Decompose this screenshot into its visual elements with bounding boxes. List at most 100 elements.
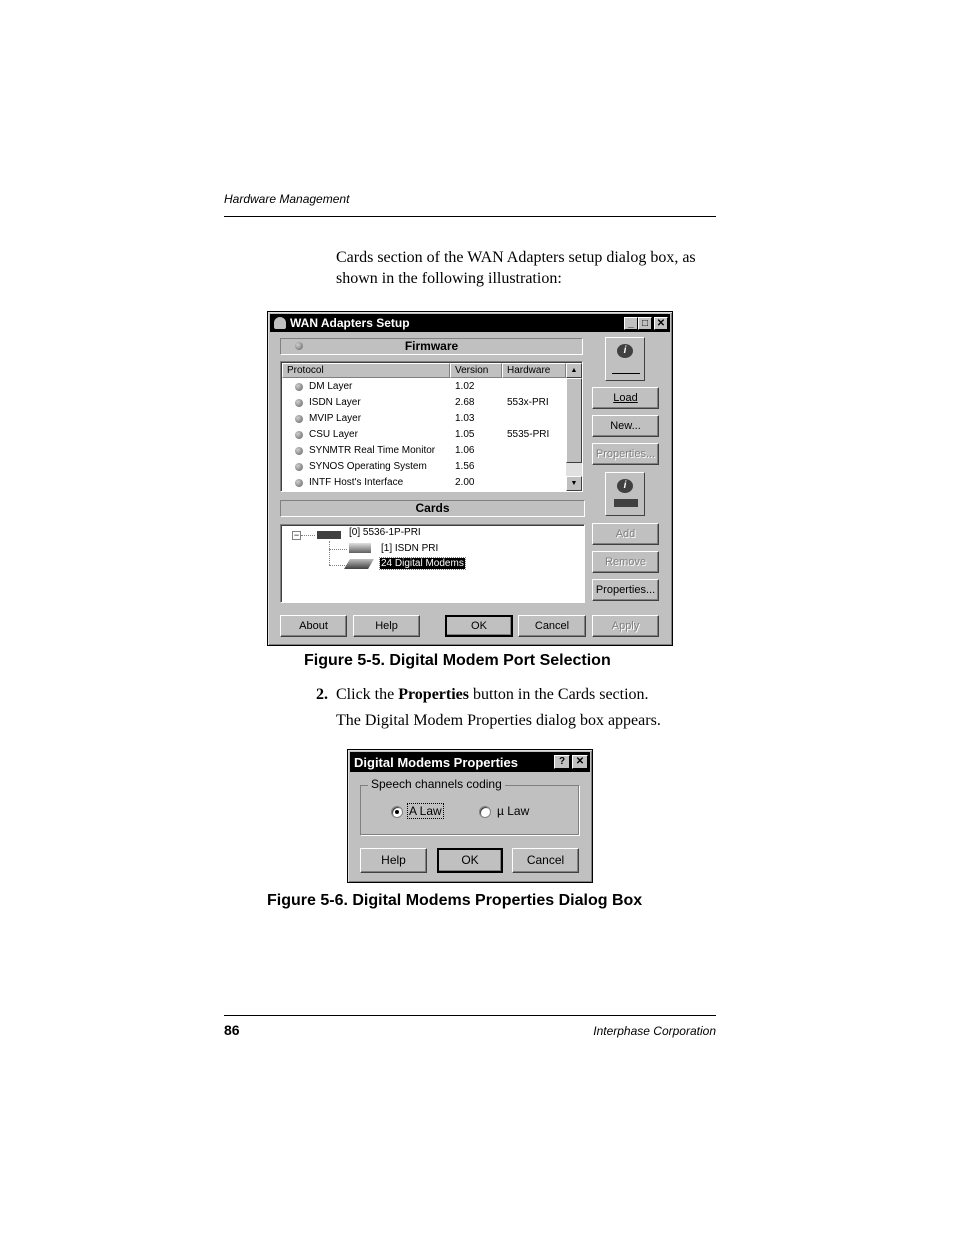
about-button[interactable]: About <box>280 615 347 637</box>
protocol-name: INTF Host's Interface <box>309 477 404 488</box>
running-head: Hardware Management <box>224 192 350 206</box>
tree-line <box>329 549 347 550</box>
network-icon <box>612 362 640 374</box>
figure-5-5-caption: Figure 5-5. Digital Modem Port Selection <box>304 652 611 669</box>
digital-modems-properties-dialog: Digital Modems Properties ? ✕ Speech cha… <box>347 749 593 883</box>
protocol-version: 1.05 <box>455 429 475 440</box>
column-protocol[interactable]: Protocol <box>282 363 450 378</box>
protocol-bullet-icon <box>295 415 303 423</box>
maximize-button[interactable]: □ <box>638 316 652 330</box>
scroll-thumb[interactable] <box>566 378 582 463</box>
step-number: 2. <box>316 686 328 703</box>
protocol-hardware: 5535-PRI <box>507 429 550 440</box>
cards-properties-button[interactable]: Properties... <box>592 579 659 601</box>
cards-tree[interactable]: − [0] 5536-1P-PRI [1] ISDN PRI 24 Digita… <box>280 524 585 603</box>
step-text-post: button in the Cards section. <box>469 686 649 703</box>
vertical-scrollbar[interactable]: ▲ ▼ <box>566 363 582 491</box>
footer-company: Interphase Corporation <box>593 1024 716 1038</box>
protocol-version: 2.68 <box>455 397 475 408</box>
step-text: Click the <box>336 686 399 703</box>
modem-icon <box>344 559 374 569</box>
protocol-bullet-icon <box>295 383 303 391</box>
wan-title-bar: WAN Adapters Setup _ □ ✕ <box>270 314 670 332</box>
group-label: Speech channels coding <box>368 777 505 791</box>
firmware-row[interactable]: INTF Host's Interface 2.00 <box>281 475 565 491</box>
firmware-list[interactable]: Protocol Version Hardware DM Layer 1.02 IS… <box>280 361 583 492</box>
tree-line <box>329 565 347 566</box>
firmware-bullet-icon <box>295 342 303 350</box>
card-icon <box>614 499 638 507</box>
firmware-row[interactable]: CSU Layer 1.05 5535-PRI <box>281 427 565 443</box>
dm-help-button[interactable]: Help <box>360 848 427 873</box>
firmware-row[interactable]: SYNOS Operating System 1.56 <box>281 459 565 475</box>
dm-ok-button[interactable]: OK <box>437 848 503 873</box>
footer-rule <box>224 1015 716 1016</box>
intro-paragraph: Cards section of the WAN Adapters setup … <box>336 249 696 287</box>
mu-law-radio[interactable] <box>479 806 491 818</box>
protocol-version: 1.03 <box>455 413 475 424</box>
add-button[interactable]: Add <box>592 523 659 545</box>
protocol-name: DM Layer <box>309 381 353 392</box>
protocol-name: SYNOS Operating System <box>309 461 427 472</box>
load-button[interactable]: Load <box>592 387 659 409</box>
apply-button[interactable]: Apply <box>592 615 659 637</box>
firmware-label: Firmware <box>404 339 459 353</box>
tree-line <box>301 535 315 536</box>
header-rule <box>224 216 716 217</box>
protocol-bullet-icon <box>295 431 303 439</box>
cancel-button[interactable]: Cancel <box>518 615 586 637</box>
mu-law-label[interactable]: µ Law <box>497 804 529 818</box>
cards-info-icon: i <box>605 472 645 516</box>
protocol-hardware: 553x-PRI <box>507 397 549 408</box>
protocol-bullet-icon <box>295 463 303 471</box>
remove-button[interactable]: Remove <box>592 551 659 573</box>
protocol-version: 1.06 <box>455 445 475 456</box>
figure-5-6-caption: Figure 5-6. Digital Modems Properties Di… <box>267 892 643 909</box>
protocol-name: CSU Layer <box>309 429 358 440</box>
wan-adapters-dialog: WAN Adapters Setup _ □ ✕ Firmware Protoc… <box>267 311 673 646</box>
isdn-icon <box>349 543 371 553</box>
firmware-section-bar: Firmware <box>280 338 583 355</box>
tree-child-isdn[interactable]: [1] ISDN PRI <box>381 543 438 554</box>
minimize-button[interactable]: _ <box>624 316 638 330</box>
help-button[interactable]: Help <box>353 615 420 637</box>
a-law-label[interactable]: A Law <box>407 803 444 819</box>
dm-title: Digital Modems Properties <box>354 754 518 770</box>
protocol-version: 2.00 <box>455 477 475 488</box>
dm-cancel-button[interactable]: Cancel <box>512 848 579 873</box>
collapse-icon[interactable]: − <box>292 531 301 540</box>
protocol-version: 1.02 <box>455 381 475 392</box>
step-result: The Digital Modem Properties dialog box … <box>336 712 661 729</box>
close-button[interactable]: ✕ <box>654 316 668 330</box>
firmware-properties-button[interactable]: Properties... <box>592 443 659 465</box>
card-icon <box>317 531 341 539</box>
ok-button[interactable]: OK <box>445 615 513 637</box>
firmware-row[interactable]: DM Layer 1.02 <box>281 379 565 395</box>
page-number: 86 <box>224 1022 240 1038</box>
dm-close-button[interactable]: ✕ <box>572 755 588 769</box>
tree-line <box>329 541 330 565</box>
step-bold: Properties <box>398 686 470 703</box>
a-law-radio[interactable] <box>391 806 403 818</box>
firmware-row[interactable]: MVIP Layer 1.03 <box>281 411 565 427</box>
tree-child-modems-selected[interactable]: 24 Digital Modems <box>379 557 466 570</box>
protocol-name: ISDN Layer <box>309 397 361 408</box>
cards-label: Cards <box>415 501 450 515</box>
firmware-row[interactable]: SYNMTR Real Time Monitor 1.06 <box>281 443 565 459</box>
protocol-name: SYNMTR Real Time Monitor <box>309 445 436 456</box>
new-button[interactable]: New... <box>592 415 659 437</box>
cards-section-bar: Cards <box>280 500 585 517</box>
app-icon <box>274 317 286 329</box>
protocol-version: 1.56 <box>455 461 475 472</box>
tree-root[interactable]: [0] 5536-1P-PRI <box>349 527 421 538</box>
firmware-info-icon: i <box>605 337 645 381</box>
help-title-button[interactable]: ? <box>554 755 570 769</box>
column-version[interactable]: Version <box>450 363 502 378</box>
protocol-name: MVIP Layer <box>309 413 362 424</box>
column-hardware[interactable]: Hardware <box>502 363 566 378</box>
protocol-bullet-icon <box>295 447 303 455</box>
scroll-down-arrow-icon[interactable]: ▼ <box>566 476 582 491</box>
firmware-row[interactable]: ISDN Layer 2.68 553x-PRI <box>281 395 565 411</box>
scroll-up-arrow-icon[interactable]: ▲ <box>566 363 582 378</box>
dm-title-bar: Digital Modems Properties ? ✕ <box>350 752 590 772</box>
